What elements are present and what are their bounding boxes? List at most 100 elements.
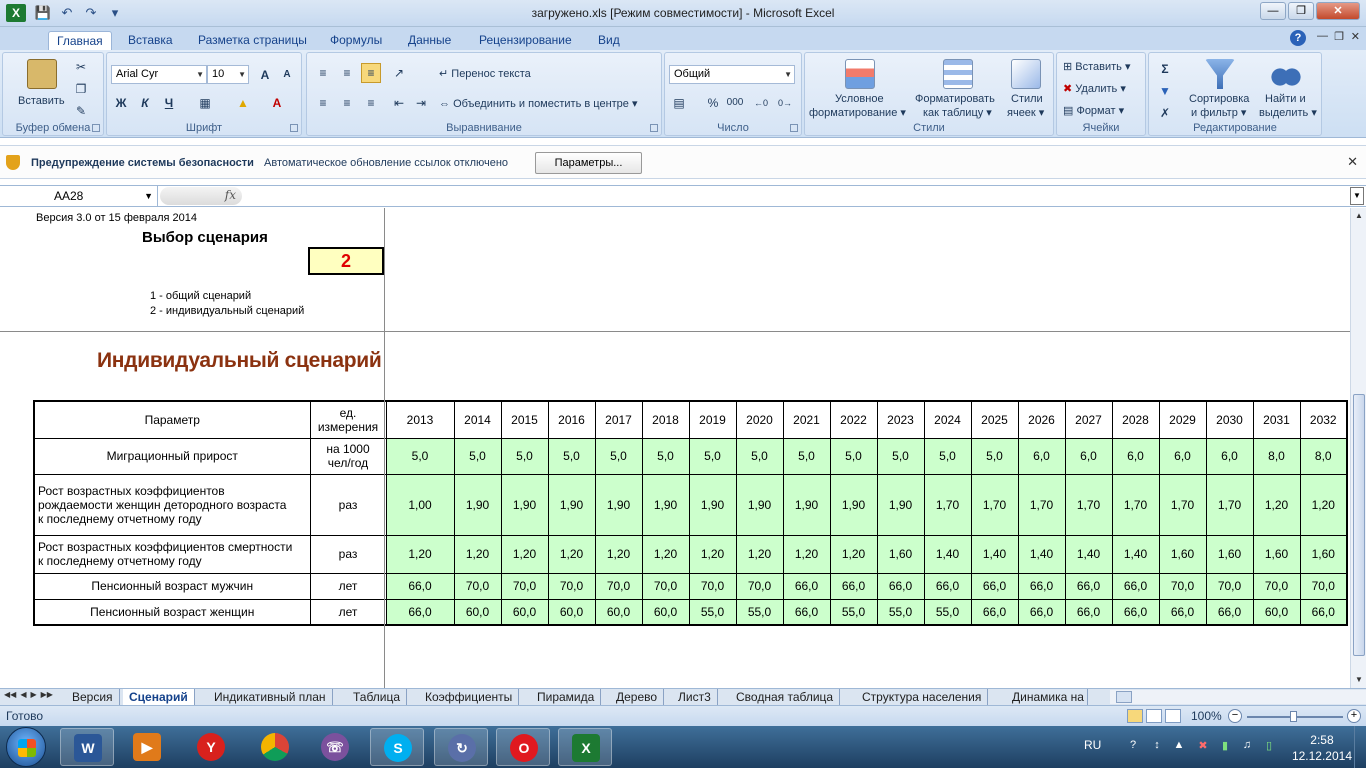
value-cell[interactable]: 70,0 — [688, 572, 737, 600]
value-cell[interactable]: 66,0 — [829, 572, 878, 600]
value-cell[interactable]: 5,0 — [688, 437, 737, 475]
value-cell[interactable]: 66,0 — [876, 572, 925, 600]
value-cell[interactable]: 55,0 — [735, 598, 784, 626]
ribbon-close-icon[interactable]: ✕ — [1351, 30, 1360, 43]
zoom-out-icon[interactable]: − — [1228, 709, 1242, 723]
value-cell[interactable]: 1,20 — [500, 534, 549, 574]
volume-icon[interactable]: ♫ — [1240, 739, 1254, 753]
value-cell[interactable]: 6,0 — [1064, 437, 1113, 475]
sheet-tab-version[interactable]: Версия — [66, 689, 120, 705]
value-cell[interactable]: 1,60 — [1158, 534, 1207, 574]
value-cell[interactable]: 5,0 — [829, 437, 878, 475]
value-cell[interactable]: 1,40 — [1064, 534, 1113, 574]
cut-icon[interactable]: ✂ — [71, 57, 91, 77]
tab-formulas[interactable]: Формулы — [322, 31, 390, 50]
value-cell[interactable]: 66,0 — [923, 572, 972, 600]
sheet-tab-structure[interactable]: Структура населения — [856, 689, 989, 705]
cell-styles-icon[interactable] — [1011, 59, 1041, 89]
increase-indent-icon[interactable]: ⇥ — [411, 93, 431, 113]
normal-view-icon[interactable] — [1127, 709, 1143, 723]
value-cell[interactable]: 70,0 — [1205, 572, 1254, 600]
taskbar-media-player[interactable]: ▶ — [120, 728, 174, 766]
value-cell[interactable]: 5,0 — [970, 437, 1019, 475]
value-cell[interactable]: 1,90 — [782, 473, 831, 536]
name-box[interactable]: AA28 ▼ — [0, 186, 158, 206]
taskbar-excel[interactable]: X — [558, 728, 612, 766]
sheet-tab-list3[interactable]: Лист3 — [672, 689, 718, 705]
value-cell[interactable]: 6,0 — [1017, 437, 1066, 475]
close-icon[interactable]: ✕ — [1347, 154, 1358, 170]
value-cell[interactable]: 5,0 — [594, 437, 643, 475]
find-select-button[interactable]: выделить ▾ — [1259, 106, 1317, 119]
font-launcher-icon[interactable] — [290, 124, 298, 132]
paste-button[interactable]: Вставить — [18, 95, 65, 107]
scroll-up-icon[interactable]: ▲ — [1351, 208, 1366, 224]
page-layout-view-icon[interactable] — [1146, 709, 1162, 723]
value-cell[interactable]: 66,0 — [782, 598, 831, 626]
start-button[interactable] — [6, 727, 46, 767]
value-cell[interactable]: 60,0 — [1252, 598, 1301, 626]
value-cell[interactable]: 66,0 — [1299, 598, 1348, 626]
number-format-select[interactable]: Общий ▼ — [669, 65, 795, 84]
paste-icon[interactable] — [27, 59, 57, 89]
value-cell[interactable]: 8,0 — [1299, 437, 1348, 475]
orientation-icon[interactable]: ↗ — [389, 63, 409, 83]
sheet-tab-tree[interactable]: Дерево — [610, 689, 665, 705]
value-cell[interactable]: 70,0 — [735, 572, 784, 600]
tab-page-layout[interactable]: Разметка страницы — [190, 31, 315, 50]
battery-icon[interactable]: ▯ — [1262, 739, 1276, 753]
value-cell[interactable]: 5,0 — [782, 437, 831, 475]
value-cell[interactable]: 1,60 — [876, 534, 925, 574]
last-sheet-icon[interactable]: ▶▶ — [41, 690, 53, 699]
font-size-select[interactable]: 10 ▼ — [207, 65, 249, 84]
value-cell[interactable]: 1,40 — [970, 534, 1019, 574]
value-cell[interactable]: 66,0 — [1064, 572, 1113, 600]
maximize-button[interactable]: ❐ — [1288, 2, 1314, 20]
decrease-decimal-icon[interactable]: 0→ — [775, 93, 795, 113]
hscroll-thumb[interactable] — [1116, 691, 1132, 703]
taskbar-yandex[interactable]: Y — [184, 728, 238, 766]
conditional-format-icon[interactable] — [845, 59, 875, 89]
value-cell[interactable]: 55,0 — [923, 598, 972, 626]
fill-color-icon[interactable]: ▲ — [233, 93, 253, 113]
value-cell[interactable]: 1,90 — [688, 473, 737, 536]
minimize-button[interactable]: — — [1260, 2, 1286, 20]
show-hidden-icons-icon[interactable]: ▲ — [1172, 739, 1186, 753]
value-cell[interactable]: 55,0 — [876, 598, 925, 626]
security-options-button[interactable]: Параметры... — [535, 152, 642, 174]
value-cell[interactable]: 1,20 — [453, 534, 502, 574]
value-cell[interactable]: 60,0 — [453, 598, 502, 626]
value-cell[interactable]: 5,0 — [923, 437, 972, 475]
borders-icon[interactable]: ▦ — [195, 93, 215, 113]
clock[interactable]: 2:58 12.12.2014 — [1292, 732, 1352, 764]
merge-center-button[interactable]: ⇔ Объединить и поместить в центре ▾ — [439, 97, 638, 110]
value-cell[interactable]: 1,20 — [1252, 473, 1301, 536]
value-cell[interactable]: 1,60 — [1299, 534, 1348, 574]
sheet-tab-dynamics[interactable]: Динамика на — [1006, 689, 1088, 705]
help-tray-icon[interactable]: ? — [1126, 739, 1140, 753]
format-as-table-button[interactable]: как таблицу ▾ — [923, 106, 992, 119]
value-cell[interactable]: 66,0 — [970, 598, 1019, 626]
taskbar-skype[interactable]: S — [370, 728, 424, 766]
tab-insert[interactable]: Вставка — [120, 31, 181, 50]
format-cells-button[interactable]: ▤ Формат ▾ — [1063, 104, 1124, 117]
next-sheet-icon[interactable]: ▶ — [30, 690, 36, 699]
vertical-scrollbar[interactable]: ▲ ▼ — [1350, 208, 1366, 688]
scroll-down-icon[interactable]: ▼ — [1351, 672, 1366, 688]
autosum-icon[interactable]: Σ — [1155, 59, 1175, 79]
currency-icon[interactable]: ▤ — [669, 93, 689, 113]
value-cell[interactable]: 1,20 — [688, 534, 737, 574]
tab-review[interactable]: Рецензирование — [471, 31, 580, 50]
value-cell[interactable]: 70,0 — [641, 572, 690, 600]
value-cell[interactable]: 60,0 — [500, 598, 549, 626]
format-as-table-icon[interactable] — [943, 59, 973, 89]
value-cell[interactable]: 60,0 — [594, 598, 643, 626]
sort-filter-label-1[interactable]: Сортировка — [1189, 93, 1249, 105]
value-cell[interactable]: 1,70 — [970, 473, 1019, 536]
ribbon-restore-icon[interactable]: ❐ — [1334, 30, 1344, 43]
value-cell[interactable]: 55,0 — [688, 598, 737, 626]
align-center-icon[interactable]: ≡ — [337, 93, 357, 113]
value-cell[interactable]: 1,20 — [829, 534, 878, 574]
format-painter-icon[interactable]: ✎ — [71, 101, 91, 121]
value-cell[interactable]: 1,20 — [782, 534, 831, 574]
